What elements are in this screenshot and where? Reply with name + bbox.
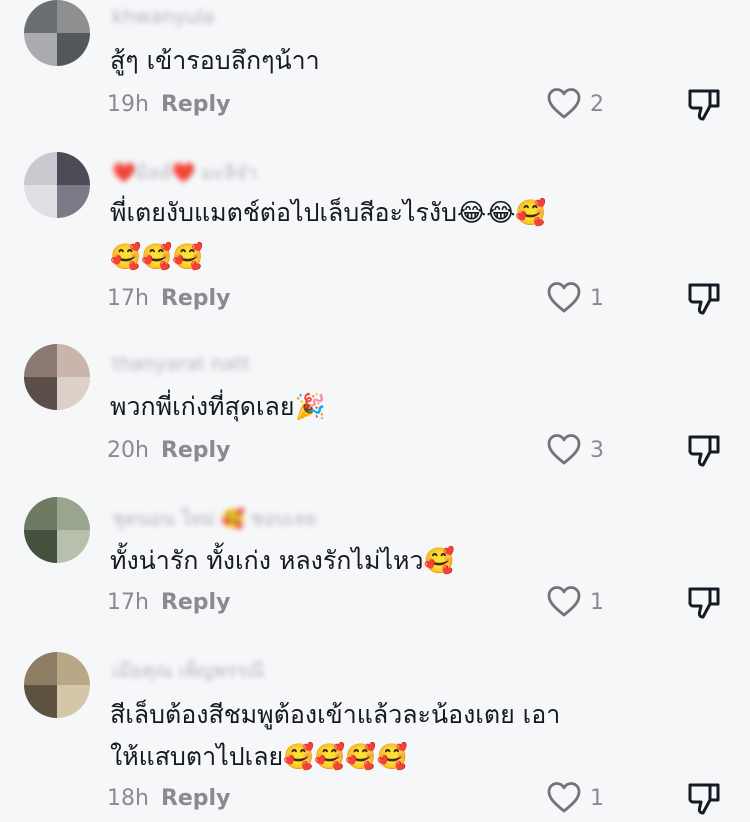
heart-icon[interactable] xyxy=(546,584,582,618)
avatar-pixel xyxy=(24,33,57,66)
avatar-pixel xyxy=(57,652,90,685)
comment-text-line-2: 🥰🥰🥰 xyxy=(110,242,204,271)
avatar-pixel xyxy=(57,497,90,530)
thumbs-down-icon[interactable] xyxy=(686,86,722,122)
comment-time: 18h xyxy=(107,786,149,811)
avatar-pixel xyxy=(57,377,90,410)
comment-time: 17h xyxy=(107,590,149,615)
heart-icon[interactable] xyxy=(546,86,582,120)
avatar-pixel xyxy=(24,152,57,185)
comment-time: 20h xyxy=(107,438,149,463)
comment-meta: 18h Reply xyxy=(107,786,230,811)
thumbs-down-icon[interactable] xyxy=(686,280,722,316)
like-count: 1 xyxy=(590,590,604,615)
avatar[interactable] xyxy=(24,497,90,563)
comment-text: สีเล็บต้องสีชมพูต้องเข้าแล้วละน้องเตย เอ… xyxy=(110,700,561,729)
avatar-pixel xyxy=(57,0,90,33)
comment-text: สู้ๆ เข้ารอบลึกๆน้าา xyxy=(110,46,320,75)
avatar-pixel xyxy=(57,344,90,377)
avatar-pixel xyxy=(24,185,57,218)
avatar-pixel xyxy=(24,497,57,530)
comment-text-line-2: ให้แสบตาไปเลย🥰🥰🥰🥰 xyxy=(110,742,408,771)
comment-username[interactable]: ชุดนอน ใหม่ 🥰 ชอบเลย xyxy=(112,504,316,534)
avatar[interactable] xyxy=(24,344,90,410)
comment-username[interactable]: ❤️มิลล์❤️ มะลิจ๋า xyxy=(112,158,257,188)
reply-button[interactable]: Reply xyxy=(161,92,231,117)
comment-time: 19h xyxy=(107,92,149,117)
avatar-pixel xyxy=(24,685,57,718)
like-count: 3 xyxy=(590,438,604,463)
avatar-pixel xyxy=(24,530,57,563)
avatar-pixel xyxy=(57,685,90,718)
comment-time: 17h xyxy=(107,286,149,311)
comment-username[interactable]: khwanyula xyxy=(112,6,214,28)
avatar-pixel xyxy=(24,344,57,377)
heart-icon[interactable] xyxy=(546,780,582,814)
avatar[interactable] xyxy=(24,0,90,66)
comment-meta: 17h Reply xyxy=(107,590,230,615)
comment-username[interactable]: thanyarat natt xyxy=(112,353,250,375)
like-count: 1 xyxy=(590,786,604,811)
comment-meta: 17h Reply xyxy=(107,286,230,311)
reply-button[interactable]: Reply xyxy=(161,438,231,463)
heart-icon[interactable] xyxy=(546,280,582,314)
thumbs-down-icon[interactable] xyxy=(686,584,722,620)
comment-text: พวกพี่เก่งที่สุดเลย🎉 xyxy=(110,392,326,421)
avatar-pixel xyxy=(57,185,90,218)
avatar[interactable] xyxy=(24,152,90,218)
reply-button[interactable]: Reply xyxy=(161,286,231,311)
thumbs-down-icon[interactable] xyxy=(686,780,722,816)
avatar-pixel xyxy=(57,530,90,563)
like-count: 2 xyxy=(590,92,604,117)
avatar[interactable] xyxy=(24,652,90,718)
comment-meta: 19h Reply xyxy=(107,92,230,117)
comment-meta: 20h Reply xyxy=(107,438,230,463)
avatar-pixel xyxy=(24,0,57,33)
avatar-pixel xyxy=(57,152,90,185)
avatar-pixel xyxy=(57,33,90,66)
reply-button[interactable]: Reply xyxy=(161,590,231,615)
comment-username[interactable]: เมียคุณ เพ็ญพรรณี xyxy=(112,656,264,686)
thumbs-down-icon[interactable] xyxy=(686,432,722,468)
reply-button[interactable]: Reply xyxy=(161,786,231,811)
avatar-pixel xyxy=(24,377,57,410)
heart-icon[interactable] xyxy=(546,432,582,466)
comment-text: พี่เตยงับแมตช์ต่อไปเล็บสีอะไรงับ😂😂🥰 xyxy=(110,198,547,227)
avatar-pixel xyxy=(24,652,57,685)
comment-text: ทั้งน่ารัก ทั้งเก่ง หลงรักไม่ไหว🥰 xyxy=(110,546,455,575)
like-count: 1 xyxy=(590,286,604,311)
